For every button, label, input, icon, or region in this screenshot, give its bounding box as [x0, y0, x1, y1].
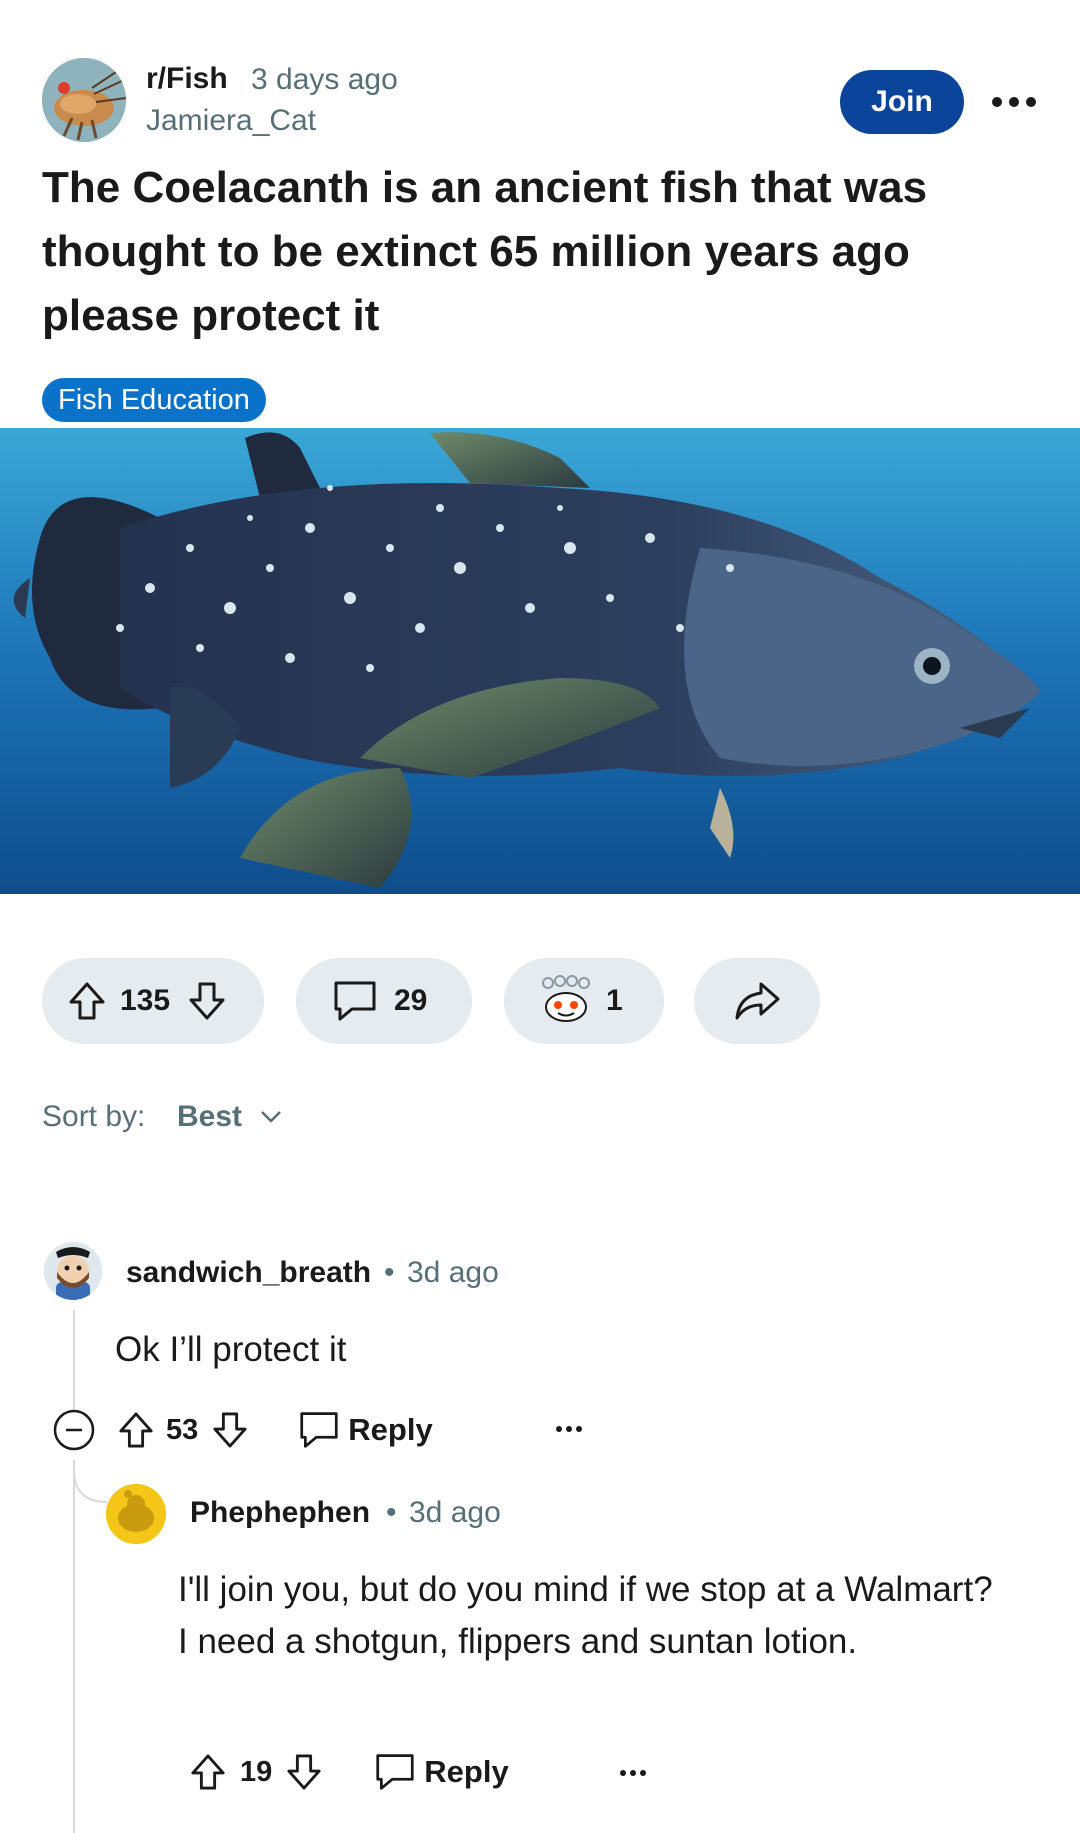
award-button[interactable]: 1 — [504, 958, 664, 1044]
post-image[interactable] — [0, 428, 1080, 894]
comment-count: 29 — [394, 984, 428, 1017]
upvote-icon[interactable] — [68, 981, 106, 1021]
share-button[interactable] — [694, 958, 820, 1044]
comment-body: I'll join you, but do you mind if we sto… — [178, 1570, 993, 1661]
comment-avatar[interactable] — [106, 1484, 166, 1544]
post-author[interactable]: Jamiera_Cat — [146, 104, 316, 138]
comment-actions: 53 Reply — [52, 1408, 433, 1452]
upvote-icon[interactable] — [190, 1752, 226, 1792]
more-options-icon[interactable] — [992, 90, 1036, 114]
reply-button[interactable]: Reply — [374, 1752, 509, 1792]
award-icon — [538, 975, 594, 1027]
sort-dropdown[interactable]: Best — [177, 1100, 242, 1134]
comment-username[interactable]: Phephephen — [190, 1496, 370, 1530]
sort-label: Sort by: — [42, 1100, 146, 1133]
reply-label: Reply — [348, 1412, 433, 1447]
comment-icon — [374, 1752, 416, 1792]
downvote-icon[interactable] — [212, 1410, 248, 1450]
post-age: 3 days ago — [251, 63, 398, 96]
subreddit-name[interactable]: r/Fish — [146, 62, 228, 96]
share-icon — [733, 980, 781, 1022]
vote-count: 135 — [120, 984, 171, 1017]
comment-time: 3d ago — [407, 1256, 499, 1289]
comment-more-icon[interactable] — [620, 1770, 646, 1776]
reply-label: Reply — [424, 1754, 509, 1789]
thread-line[interactable] — [73, 1460, 75, 1833]
comment-more-icon[interactable] — [556, 1426, 582, 1432]
collapse-icon[interactable] — [52, 1408, 96, 1452]
comment-vote-count: 53 — [166, 1413, 199, 1446]
chevron-down-icon[interactable] — [258, 1106, 284, 1131]
subreddit-avatar[interactable] — [42, 58, 126, 142]
comment-body: Ok I’ll protect it — [115, 1330, 347, 1369]
downvote-icon[interactable] — [286, 1752, 322, 1792]
comment-vote-count: 19 — [240, 1755, 273, 1788]
downvote-icon[interactable] — [188, 981, 226, 1021]
comments-button[interactable]: 29 — [296, 958, 472, 1044]
comment-icon — [332, 979, 378, 1023]
reply-button[interactable]: Reply — [298, 1410, 433, 1450]
reply-connector-icon — [73, 1470, 108, 1503]
comment-avatar[interactable] — [44, 1242, 102, 1300]
post-flair[interactable]: Fish Education — [42, 378, 266, 422]
separator-dot: • — [386, 1496, 397, 1529]
separator-dot: • — [384, 1256, 395, 1289]
upvote-icon[interactable] — [118, 1410, 154, 1450]
award-count: 1 — [606, 984, 623, 1017]
comment-actions: 19 Reply — [190, 1752, 509, 1792]
comment-username[interactable]: sandwich_breath — [126, 1256, 371, 1290]
thread-line[interactable] — [73, 1310, 75, 1410]
post-title: The Coelacanth is an ancient fish that w… — [42, 163, 928, 340]
join-button[interactable]: Join — [840, 70, 964, 134]
vote-bar: 135 — [42, 958, 264, 1044]
comment-time: 3d ago — [409, 1496, 501, 1529]
comment-icon — [298, 1410, 340, 1450]
